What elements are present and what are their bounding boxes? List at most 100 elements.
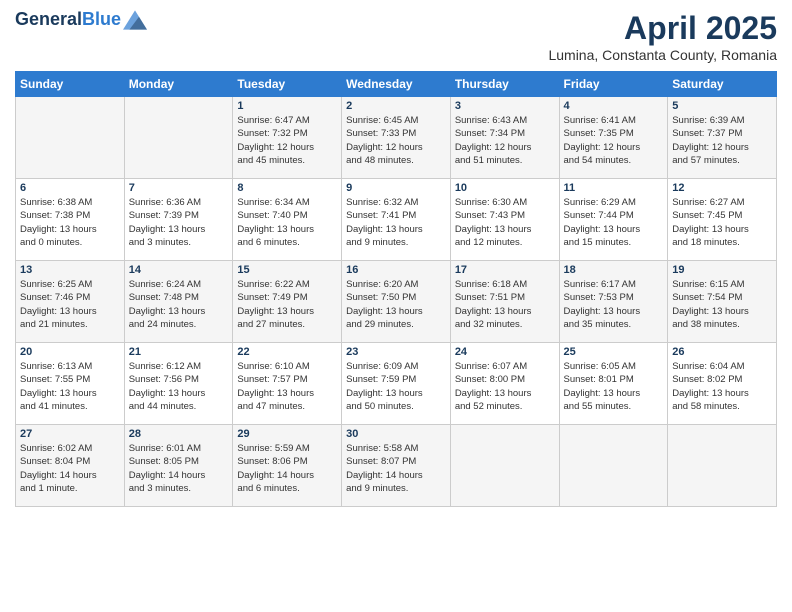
- day-number: 19: [672, 264, 772, 276]
- day-number: 28: [129, 428, 229, 440]
- calendar-day-cell: [16, 97, 125, 179]
- calendar-day-cell: 10 Sunrise: 6:30 AM Sunset: 7:43 PM Dayli…: [450, 179, 559, 261]
- calendar-day-cell: [450, 425, 559, 507]
- calendar-day-cell: 27 Sunrise: 6:02 AM Sunset: 8:04 PM Dayli…: [16, 425, 125, 507]
- day-number: 12: [672, 182, 772, 194]
- calendar-day-cell: 28Sunrise: 6:01 AM Sunset: 8:05 PM Dayli…: [124, 425, 233, 507]
- calendar-day-cell: 20 Sunrise: 6:13 AM Sunset: 7:55 PM Dayli…: [16, 343, 125, 425]
- day-number: 16: [346, 264, 446, 276]
- calendar-day-cell: 24 Sunrise: 6:07 AM Sunset: 8:00 PM Dayli…: [450, 343, 559, 425]
- day-number: 15: [237, 264, 337, 276]
- day-number: 23: [346, 346, 446, 358]
- day-number: 18: [564, 264, 664, 276]
- day-number: 11: [564, 182, 664, 194]
- day-number: 24: [455, 346, 555, 358]
- day-info: Sunrise: 6:13 AM Sunset: 7:55 PM Dayligh…: [20, 360, 120, 413]
- calendar-week-row: 20 Sunrise: 6:13 AM Sunset: 7:55 PM Dayli…: [16, 343, 777, 425]
- weekday-header-cell: Tuesday: [233, 72, 342, 97]
- day-number: 27: [20, 428, 120, 440]
- day-info: Sunrise: 6:27 AM Sunset: 7:45 PM Dayligh…: [672, 196, 772, 249]
- weekday-header-cell: Thursday: [450, 72, 559, 97]
- day-number: 25: [564, 346, 664, 358]
- day-number: 1: [237, 100, 337, 112]
- day-info: Sunrise: 6:04 AM Sunset: 8:02 PM Dayligh…: [672, 360, 772, 413]
- day-info: Sunrise: 6:39 AM Sunset: 7:37 PM Dayligh…: [672, 114, 772, 167]
- day-number: 22: [237, 346, 337, 358]
- day-info: Sunrise: 6:05 AM Sunset: 8:01 PM Dayligh…: [564, 360, 664, 413]
- calendar-day-cell: [559, 425, 668, 507]
- day-number: 30: [346, 428, 446, 440]
- day-info: Sunrise: 5:59 AM Sunset: 8:06 PM Dayligh…: [237, 442, 337, 495]
- day-info: Sunrise: 6:32 AM Sunset: 7:41 PM Dayligh…: [346, 196, 446, 249]
- day-info: Sunrise: 5:58 AM Sunset: 8:07 PM Dayligh…: [346, 442, 446, 495]
- calendar-week-row: 6 Sunrise: 6:38 AM Sunset: 7:38 PM Daylig…: [16, 179, 777, 261]
- day-info: Sunrise: 6:20 AM Sunset: 7:50 PM Dayligh…: [346, 278, 446, 331]
- calendar-day-cell: 2Sunrise: 6:45 AM Sunset: 7:33 PM Daylig…: [342, 97, 451, 179]
- day-info: Sunrise: 6:12 AM Sunset: 7:56 PM Dayligh…: [129, 360, 229, 413]
- day-number: 7: [129, 182, 229, 194]
- day-number: 4: [564, 100, 664, 112]
- calendar-day-cell: 23 Sunrise: 6:09 AM Sunset: 7:59 PM Dayli…: [342, 343, 451, 425]
- day-info: Sunrise: 6:47 AM Sunset: 7:32 PM Dayligh…: [237, 114, 337, 167]
- weekday-header-cell: Sunday: [16, 72, 125, 97]
- title-section: April 2025 Lumina, Constanta County, Rom…: [548, 10, 777, 63]
- day-info: Sunrise: 6:18 AM Sunset: 7:51 PM Dayligh…: [455, 278, 555, 331]
- calendar-day-cell: 4 Sunrise: 6:41 AM Sunset: 7:35 PM Daylig…: [559, 97, 668, 179]
- day-info: Sunrise: 6:22 AM Sunset: 7:49 PM Dayligh…: [237, 278, 337, 331]
- calendar-week-row: 13Sunrise: 6:25 AM Sunset: 7:46 PM Dayli…: [16, 261, 777, 343]
- day-info: Sunrise: 6:41 AM Sunset: 7:35 PM Dayligh…: [564, 114, 664, 167]
- weekday-header-cell: Friday: [559, 72, 668, 97]
- day-info: Sunrise: 6:02 AM Sunset: 8:04 PM Dayligh…: [20, 442, 120, 495]
- calendar-day-cell: 5Sunrise: 6:39 AM Sunset: 7:37 PM Daylig…: [668, 97, 777, 179]
- calendar-day-cell: 16 Sunrise: 6:20 AM Sunset: 7:50 PM Dayli…: [342, 261, 451, 343]
- calendar-day-cell: 6 Sunrise: 6:38 AM Sunset: 7:38 PM Daylig…: [16, 179, 125, 261]
- month-title: April 2025: [548, 10, 777, 47]
- weekday-header-cell: Wednesday: [342, 72, 451, 97]
- calendar-day-cell: [668, 425, 777, 507]
- day-info: Sunrise: 6:25 AM Sunset: 7:46 PM Dayligh…: [20, 278, 120, 331]
- calendar-day-cell: 15 Sunrise: 6:22 AM Sunset: 7:49 PM Dayli…: [233, 261, 342, 343]
- calendar-day-cell: 25 Sunrise: 6:05 AM Sunset: 8:01 PM Dayli…: [559, 343, 668, 425]
- logo: GeneralBlue: [15, 10, 147, 30]
- calendar-body: 1 Sunrise: 6:47 AM Sunset: 7:32 PM Daylig…: [16, 97, 777, 507]
- calendar-day-cell: 12 Sunrise: 6:27 AM Sunset: 7:45 PM Dayli…: [668, 179, 777, 261]
- day-info: Sunrise: 6:29 AM Sunset: 7:44 PM Dayligh…: [564, 196, 664, 249]
- logo-icon: [123, 10, 147, 30]
- day-info: Sunrise: 6:07 AM Sunset: 8:00 PM Dayligh…: [455, 360, 555, 413]
- calendar-day-cell: 19 Sunrise: 6:15 AM Sunset: 7:54 PM Dayli…: [668, 261, 777, 343]
- day-info: Sunrise: 6:38 AM Sunset: 7:38 PM Dayligh…: [20, 196, 120, 249]
- calendar-week-row: 1 Sunrise: 6:47 AM Sunset: 7:32 PM Daylig…: [16, 97, 777, 179]
- calendar-day-cell: 8 Sunrise: 6:34 AM Sunset: 7:40 PM Daylig…: [233, 179, 342, 261]
- day-number: 9: [346, 182, 446, 194]
- day-number: 17: [455, 264, 555, 276]
- day-info: Sunrise: 6:09 AM Sunset: 7:59 PM Dayligh…: [346, 360, 446, 413]
- calendar-day-cell: 21 Sunrise: 6:12 AM Sunset: 7:56 PM Dayli…: [124, 343, 233, 425]
- calendar-day-cell: 3Sunrise: 6:43 AM Sunset: 7:34 PM Daylig…: [450, 97, 559, 179]
- day-number: 14: [129, 264, 229, 276]
- calendar-day-cell: 13Sunrise: 6:25 AM Sunset: 7:46 PM Dayli…: [16, 261, 125, 343]
- calendar-day-cell: 26 Sunrise: 6:04 AM Sunset: 8:02 PM Dayli…: [668, 343, 777, 425]
- calendar-day-cell: 14Sunrise: 6:24 AM Sunset: 7:48 PM Dayli…: [124, 261, 233, 343]
- day-info: Sunrise: 6:17 AM Sunset: 7:53 PM Dayligh…: [564, 278, 664, 331]
- calendar-day-cell: 29Sunrise: 5:59 AM Sunset: 8:06 PM Dayli…: [233, 425, 342, 507]
- day-number: 26: [672, 346, 772, 358]
- calendar-day-cell: [124, 97, 233, 179]
- logo-text: GeneralBlue: [15, 10, 121, 30]
- day-info: Sunrise: 6:45 AM Sunset: 7:33 PM Dayligh…: [346, 114, 446, 167]
- day-number: 20: [20, 346, 120, 358]
- day-info: Sunrise: 6:15 AM Sunset: 7:54 PM Dayligh…: [672, 278, 772, 331]
- weekday-header-cell: Saturday: [668, 72, 777, 97]
- calendar-day-cell: 1 Sunrise: 6:47 AM Sunset: 7:32 PM Daylig…: [233, 97, 342, 179]
- day-number: 21: [129, 346, 229, 358]
- day-info: Sunrise: 6:36 AM Sunset: 7:39 PM Dayligh…: [129, 196, 229, 249]
- calendar-day-cell: 17 Sunrise: 6:18 AM Sunset: 7:51 PM Dayli…: [450, 261, 559, 343]
- location-subtitle: Lumina, Constanta County, Romania: [548, 47, 777, 63]
- calendar-week-row: 27 Sunrise: 6:02 AM Sunset: 8:04 PM Dayli…: [16, 425, 777, 507]
- day-info: Sunrise: 6:30 AM Sunset: 7:43 PM Dayligh…: [455, 196, 555, 249]
- weekday-header-row: SundayMondayTuesdayWednesdayThursdayFrid…: [16, 72, 777, 97]
- weekday-header-cell: Monday: [124, 72, 233, 97]
- day-number: 8: [237, 182, 337, 194]
- day-number: 6: [20, 182, 120, 194]
- day-number: 10: [455, 182, 555, 194]
- day-info: Sunrise: 6:34 AM Sunset: 7:40 PM Dayligh…: [237, 196, 337, 249]
